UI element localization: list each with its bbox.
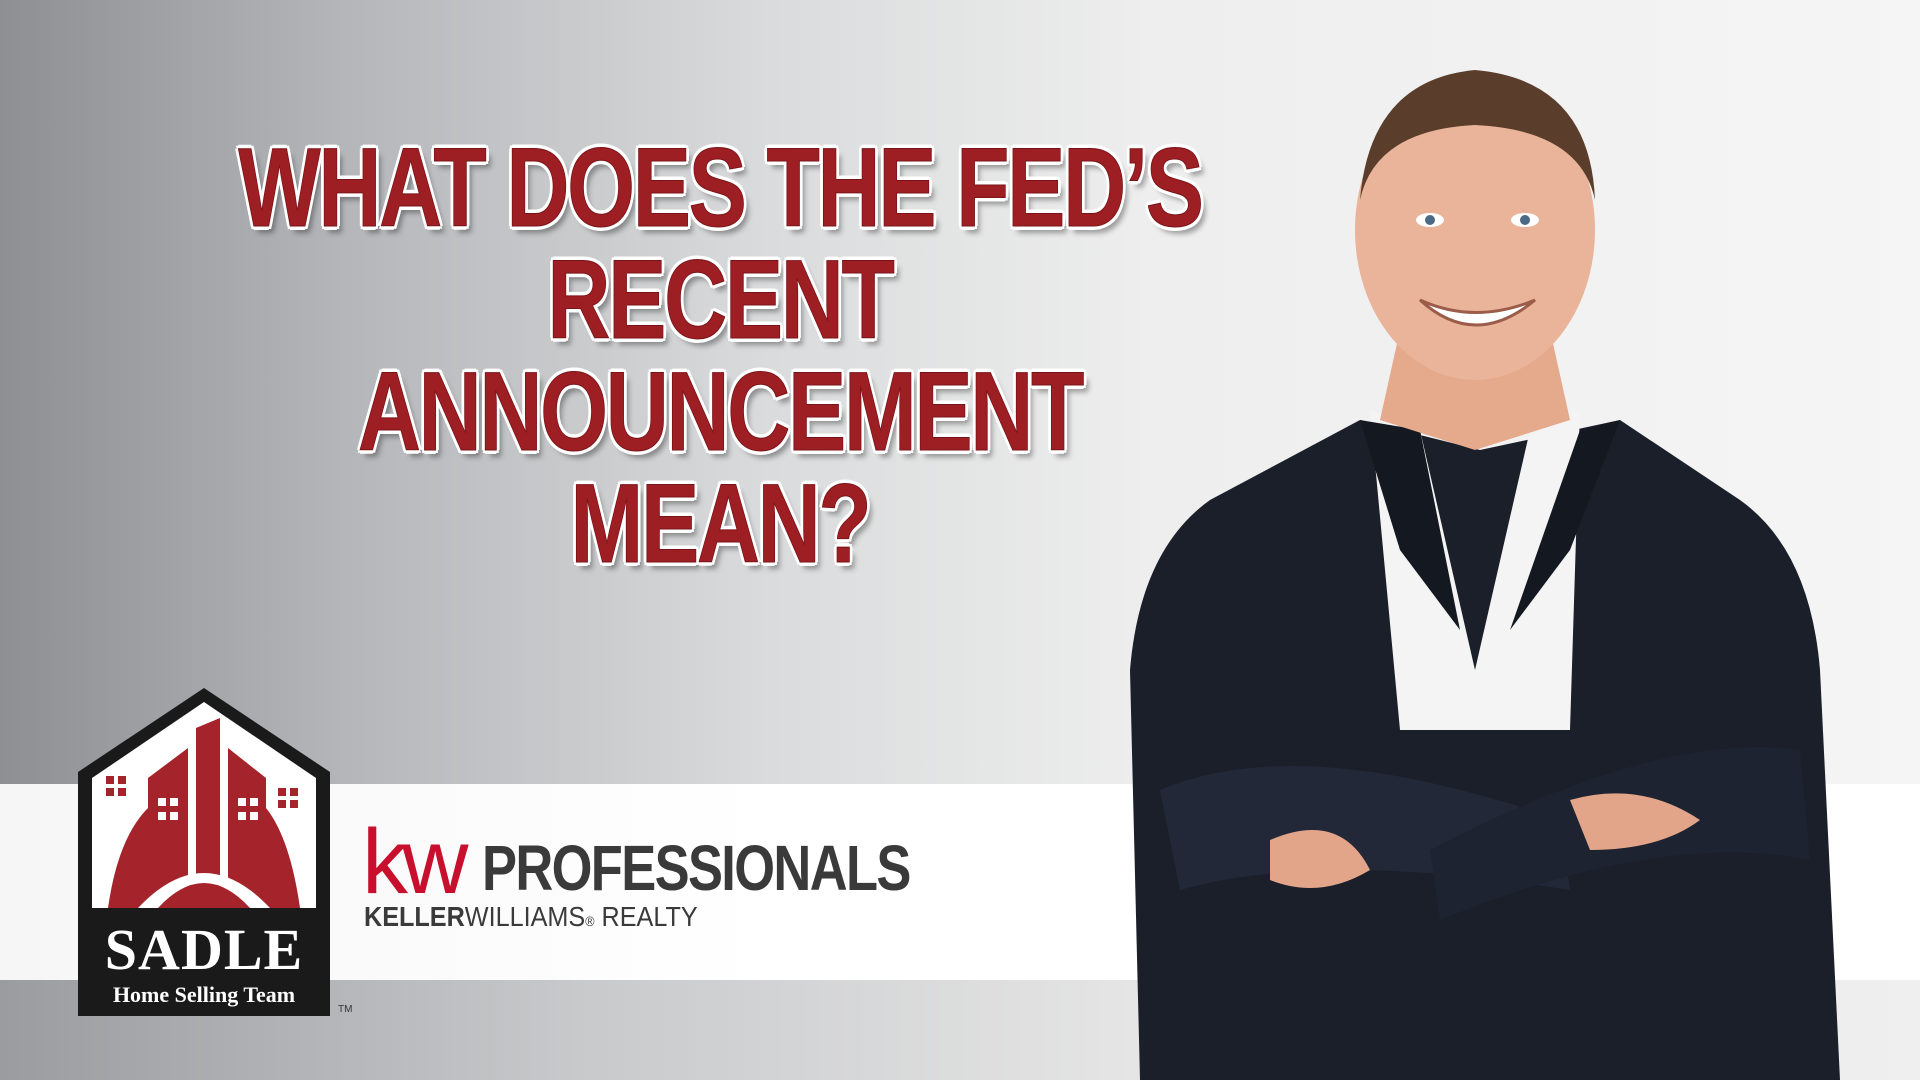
sadle-name: SADLE <box>104 917 304 982</box>
headline-line-2: RECENT ANNOUNCEMENT <box>357 237 1085 474</box>
kw-logo: kw PROFESSIONALS KELLERWILLIAMS® REALTY <box>362 816 922 940</box>
headline-line-1: WHAT DOES THE FED’S <box>238 125 1205 250</box>
kw-registered: ® <box>585 913 595 929</box>
sadle-logo: SADLE Home Selling Team <box>78 688 330 1016</box>
sadle-tagline: Home Selling Team <box>112 982 296 1007</box>
kw-professionals: PROFESSIONALS <box>482 832 911 904</box>
kw-williams: WILLIAMS <box>464 901 586 932</box>
trademark: TM <box>338 1004 353 1015</box>
kw-subtitle: KELLERWILLIAMS® REALTY <box>364 902 698 936</box>
headline-line-3: MEAN? <box>570 461 872 586</box>
kw-keller: KELLER <box>364 901 465 932</box>
kw-realty: REALTY <box>594 901 698 932</box>
kw-mark: kw <box>362 811 468 913</box>
presenter-photo <box>1130 70 1840 1080</box>
